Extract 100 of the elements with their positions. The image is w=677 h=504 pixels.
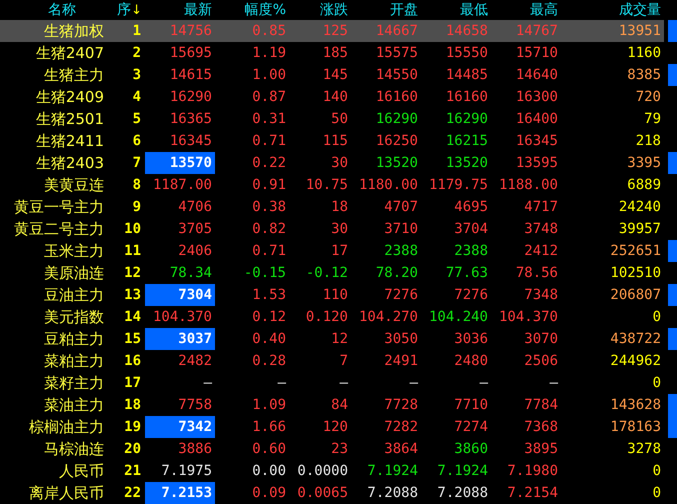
- quote-value: 0.00: [252, 463, 286, 479]
- table-row[interactable]: 生猪2403 7 13570 0.22 30 13520 13520 13595 3395: [0, 152, 677, 174]
- quote-value: 0.12: [252, 309, 286, 325]
- instrument-name: 生猪2409: [36, 88, 104, 106]
- quote-value: 0.82: [252, 221, 286, 237]
- column-header[interactable]: 最新: [184, 1, 212, 19]
- table-row[interactable]: 玉米主力 11 2406 0.71 17 2388 2388 2412 252651: [0, 240, 677, 262]
- table-row[interactable]: 美黄豆连 8 1187.00 0.91 10.75 1180.00 1179.75 1188.00 6889: [0, 174, 677, 196]
- table-row[interactable]: 离岸人民币 22 7.2153 0.09 0.0065 7.2088 7.2088 7.2154 0: [0, 482, 677, 504]
- quote-value: -0.15: [244, 265, 286, 281]
- quote-value: 0.0000: [297, 463, 348, 479]
- quote-value: 0.31: [252, 111, 286, 127]
- table-row[interactable]: 美原油连 12 78.34 -0.15 -0.12 78.20 77.63 78.56 102510: [0, 262, 677, 284]
- quote-value: 140: [322, 89, 348, 105]
- quote-value: 0.120: [306, 309, 348, 325]
- table-row[interactable]: 菜粕主力 16 2482 0.28 7 2491 2480 2506 244962: [0, 350, 677, 372]
- column-header[interactable]: 名称: [48, 1, 76, 19]
- quote-value: 78.20: [376, 265, 418, 281]
- table-row[interactable]: 生猪2501 5 16365 0.31 50 16290 16290 16400 79: [0, 108, 677, 130]
- quote-value: 1180.00: [358, 177, 418, 193]
- quote-value: 24240: [618, 199, 661, 215]
- row-number: 18: [124, 397, 141, 413]
- quote-value: 3860: [454, 441, 488, 457]
- quote-value: 14550: [376, 67, 418, 83]
- row-number: 21: [124, 463, 141, 479]
- quote-value: 7.1924: [437, 463, 488, 479]
- quote-value: 3705: [178, 221, 212, 237]
- quote-value: 16250: [376, 133, 418, 149]
- column-header[interactable]: 开盘: [390, 1, 418, 19]
- table-row[interactable]: 美元指数 14 104.370 0.12 0.120 104.270 104.240 104.370 0: [0, 306, 677, 328]
- table-row[interactable]: 豆油主力 13 7304 1.53 110 7276 7276 7348 206807: [0, 284, 677, 306]
- quote-value: 1.00: [252, 67, 286, 83]
- quote-value: 14658: [446, 23, 488, 39]
- quote-value: 438722: [610, 331, 661, 347]
- instrument-name: 马棕油连: [44, 440, 104, 458]
- table-row[interactable]: 人民币 21 7.1975 0.00 0.0000 7.1924 7.1924 7.1980 0: [0, 460, 677, 482]
- quote-value: 0.87: [252, 89, 286, 105]
- quote-value: 102510: [610, 265, 661, 281]
- quote-value: —: [550, 375, 558, 391]
- column-header[interactable]: 序: [117, 1, 132, 19]
- quote-value: 3710: [384, 221, 418, 237]
- quote-value: —: [340, 375, 348, 391]
- table-row[interactable]: 棕榈油主力 19 7342 1.66 120 7282 7274 7368 178163: [0, 416, 677, 438]
- column-header[interactable]: 最高: [530, 1, 558, 19]
- table-row[interactable]: 豆粕主力 15 3037 0.40 12 3050 3036 3070 438722: [0, 328, 677, 350]
- table-row[interactable]: 生猪主力 3 14615 1.00 145 14550 14485 14640 8385: [0, 64, 677, 86]
- quote-value: 13520: [376, 155, 418, 171]
- quote-value: 4707: [384, 199, 418, 215]
- quote-value: 0.09: [252, 485, 286, 501]
- instrument-name: 豆油主力: [44, 286, 104, 304]
- quote-value: 1.53: [252, 287, 286, 303]
- row-number: 5: [132, 111, 141, 127]
- row-number: 15: [124, 331, 141, 347]
- row-number: 22: [124, 485, 141, 501]
- quote-value: 13951: [618, 23, 661, 39]
- quote-value: 14756: [170, 23, 212, 39]
- quote-value: 14767: [516, 23, 558, 39]
- quote-value: 15710: [516, 45, 558, 61]
- column-header[interactable]: 成交量: [619, 1, 661, 19]
- table-row[interactable]: 菜籽主力 17 — — — — — — 0: [0, 372, 677, 394]
- row-number: 2: [132, 45, 141, 61]
- quote-value: 16215: [446, 133, 488, 149]
- table-row[interactable]: 菜油主力 18 7758 1.09 84 7728 7710 7784 143628: [0, 394, 677, 416]
- quote-value: 0.40: [252, 331, 286, 347]
- table-row[interactable]: 黄豆一号主力 9 4706 0.38 18 4707 4695 4717 24240: [0, 196, 677, 218]
- quote-value: 0: [652, 485, 661, 501]
- sort-arrow[interactable]: ↓: [131, 2, 142, 18]
- table-row[interactable]: 生猪加权 1 14756 0.85 125 14667 14658 14767 13951: [0, 20, 677, 42]
- quote-value: 7276: [384, 287, 418, 303]
- quote-value: 2388: [454, 243, 488, 259]
- quote-value: 145: [322, 67, 348, 83]
- quote-value: 7.2154: [507, 485, 558, 501]
- column-header[interactable]: 幅度%: [244, 1, 286, 19]
- quote-value: 16290: [376, 111, 418, 127]
- quote-value: 7784: [524, 397, 558, 413]
- quote-value: 4706: [178, 199, 212, 215]
- table-row[interactable]: 生猪2409 4 16290 0.87 140 16160 16160 16300 720: [0, 86, 677, 108]
- quote-value: 104.370: [498, 309, 558, 325]
- quote-value: 0: [652, 309, 661, 325]
- table-row[interactable]: 马棕油连 20 3886 0.60 23 3864 3860 3895 3278: [0, 438, 677, 460]
- table-row[interactable]: 生猪2407 2 15695 1.19 185 15575 15550 15710 1160: [0, 42, 677, 64]
- column-header[interactable]: 最低: [460, 1, 488, 19]
- row-number: 6: [132, 133, 141, 149]
- quote-value: 30: [331, 155, 348, 171]
- quote-value: 16290: [170, 89, 212, 105]
- quote-value: 7.1980: [507, 463, 558, 479]
- table-row[interactable]: 生猪2411 6 16345 0.71 115 16250 16215 16345 218: [0, 130, 677, 152]
- quote-value: 0.71: [252, 243, 286, 259]
- quote-value: 3886: [178, 441, 212, 457]
- row-number: 10: [124, 221, 141, 237]
- quote-value: 7.1924: [367, 463, 418, 479]
- quote-value: 0.60: [252, 441, 286, 457]
- quote-value: —: [410, 375, 418, 391]
- quote-value: 4717: [524, 199, 558, 215]
- row-number: 9: [132, 199, 141, 215]
- quote-value: 3748: [524, 221, 558, 237]
- table-row[interactable]: 黄豆二号主力 10 3705 0.82 30 3710 3704 3748 39957: [0, 218, 677, 240]
- column-header[interactable]: 涨跌: [320, 1, 348, 19]
- quote-value: 2412: [524, 243, 558, 259]
- instrument-name: 美元指数: [44, 308, 104, 326]
